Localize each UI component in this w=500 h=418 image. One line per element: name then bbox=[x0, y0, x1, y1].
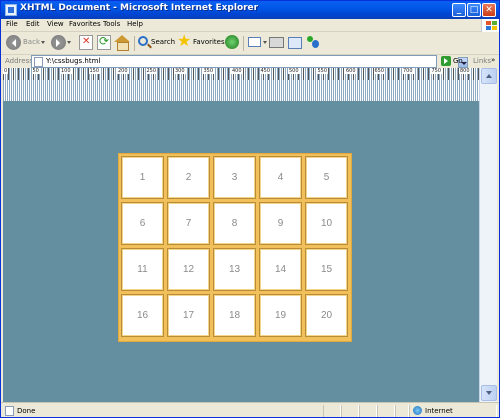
grid-cell: 3 bbox=[213, 156, 256, 199]
address-bar: Address Y:\cssbugs.html Go Links » bbox=[1, 54, 499, 68]
ruler-label: 750 bbox=[430, 68, 443, 74]
status-pane bbox=[377, 405, 395, 417]
menu-tools[interactable]: Tools bbox=[103, 20, 120, 28]
forward-dropdown-icon[interactable] bbox=[67, 41, 71, 46]
status-pane bbox=[323, 405, 341, 417]
grid-cell: 9 bbox=[259, 202, 302, 245]
title-bar[interactable]: XHTML Document - Microsoft Internet Expl… bbox=[1, 1, 499, 19]
mail-icon[interactable] bbox=[248, 37, 261, 47]
browser-window: XHTML Document - Microsoft Internet Expl… bbox=[0, 0, 500, 418]
close-button[interactable]: ✕ bbox=[482, 3, 496, 17]
status-pane bbox=[359, 405, 377, 417]
grid-cell: 6 bbox=[121, 202, 164, 245]
status-pane bbox=[341, 405, 359, 417]
security-zone-label: Internet bbox=[425, 407, 453, 415]
ruler-label: 50 bbox=[31, 68, 40, 74]
grid-cell: 12 bbox=[167, 248, 210, 291]
grid-cell: 15 bbox=[305, 248, 348, 291]
ruler-label: 250 bbox=[145, 68, 158, 74]
ruler-label: 550 bbox=[316, 68, 329, 74]
menu-file[interactable]: File bbox=[6, 20, 18, 28]
ruler-label: 350 bbox=[202, 68, 215, 74]
search-icon[interactable] bbox=[138, 36, 148, 46]
status-pane bbox=[395, 405, 409, 417]
grid-cell: 4 bbox=[259, 156, 302, 199]
menu-favorites[interactable]: Favorites bbox=[69, 20, 101, 28]
back-dropdown-icon[interactable] bbox=[41, 41, 45, 46]
ruler-label: 100 bbox=[60, 68, 72, 74]
links-chevron-icon[interactable]: » bbox=[491, 56, 495, 64]
ruler-label: 800 bbox=[459, 68, 471, 74]
number-grid: 1 2 3 4 5 6 7 8 9 10 11 12 13 14 15 16 17 18 19 20 bbox=[118, 153, 352, 342]
menu-edit[interactable]: Edit bbox=[26, 20, 40, 28]
security-zone-pane bbox=[409, 405, 497, 417]
search-button-label[interactable]: Search bbox=[151, 38, 175, 54]
edit-icon[interactable] bbox=[288, 37, 302, 49]
ruler-label: 400 bbox=[231, 68, 243, 74]
refresh-icon[interactable] bbox=[97, 34, 111, 50]
grid-cell: 19 bbox=[259, 294, 302, 337]
forward-arrow-icon[interactable] bbox=[51, 35, 66, 50]
address-label: Address bbox=[5, 57, 33, 65]
windows-logo-icon bbox=[481, 19, 499, 32]
grid-cell: 5 bbox=[305, 156, 348, 199]
ruler-label: 500 bbox=[288, 68, 300, 74]
grid-cell: 8 bbox=[213, 202, 256, 245]
mail-dropdown-icon[interactable] bbox=[263, 41, 267, 46]
links-label[interactable]: Links bbox=[473, 57, 491, 65]
ruler-label: 600 bbox=[345, 68, 357, 74]
stop-icon[interactable] bbox=[79, 35, 93, 50]
grid-cell: 16 bbox=[121, 294, 164, 337]
pixel-ruler: 0 50 100 150 200 250 300 350 400 450 500 550 600 650 7… bbox=[3, 68, 479, 101]
grid-cell: 11 bbox=[121, 248, 164, 291]
standard-toolbar: Back Search ★ Favorites bbox=[1, 33, 499, 53]
grid-cell: 18 bbox=[213, 294, 256, 337]
grid-cell: 10 bbox=[305, 202, 348, 245]
scroll-down-button[interactable] bbox=[481, 385, 497, 401]
grid-cell: 13 bbox=[213, 248, 256, 291]
ruler-label: 150 bbox=[88, 68, 101, 74]
back-arrow-icon[interactable] bbox=[6, 35, 21, 50]
scroll-up-button[interactable] bbox=[481, 68, 497, 84]
status-bar: Done Internet bbox=[1, 402, 499, 417]
favorites-star-icon[interactable]: ★ bbox=[177, 33, 191, 49]
ruler-label: 450 bbox=[259, 68, 272, 74]
grid-cell: 14 bbox=[259, 248, 302, 291]
grid-cell: 1 bbox=[121, 156, 164, 199]
grid-cell: 20 bbox=[305, 294, 348, 337]
address-value[interactable]: Y:\cssbugs.html bbox=[46, 57, 100, 65]
page-icon bbox=[34, 57, 43, 67]
page-content: 0 50 100 150 200 250 300 350 400 450 500 550 600 650 7… bbox=[3, 68, 497, 402]
grid-cell: 7 bbox=[167, 202, 210, 245]
minimize-button[interactable]: _ bbox=[452, 3, 466, 17]
menu-help[interactable]: Help bbox=[127, 20, 143, 28]
go-button-label[interactable]: Go bbox=[453, 57, 463, 65]
ruler-label: 0 bbox=[3, 68, 9, 74]
window-title: XHTML Document - Microsoft Internet Expl… bbox=[20, 3, 259, 13]
ie-page-icon bbox=[5, 4, 17, 16]
menu-view[interactable]: View bbox=[47, 20, 64, 28]
media-icon[interactable] bbox=[225, 35, 239, 49]
ruler-label: 200 bbox=[117, 68, 129, 74]
home-icon[interactable] bbox=[114, 35, 130, 51]
vertical-scrollbar[interactable] bbox=[479, 68, 497, 402]
ruler-label: 300 bbox=[174, 68, 186, 74]
address-input[interactable]: Y:\cssbugs.html bbox=[31, 55, 468, 68]
ruler-label: 650 bbox=[373, 68, 386, 74]
menu-bar: File Edit View Favorites Tools Help bbox=[1, 19, 499, 32]
page-icon bbox=[5, 406, 14, 416]
toolbar-separator bbox=[134, 36, 135, 51]
internet-globe-icon bbox=[413, 406, 422, 415]
messenger-icon[interactable] bbox=[306, 35, 320, 50]
favorites-button-label[interactable]: Favorites bbox=[193, 38, 225, 54]
toolbar-separator bbox=[243, 36, 244, 51]
go-arrow-icon[interactable] bbox=[441, 56, 451, 66]
maximize-button[interactable]: □ bbox=[467, 3, 481, 17]
ruler-label: 700 bbox=[402, 68, 414, 74]
back-button-label[interactable]: Back bbox=[23, 38, 40, 54]
status-text: Done bbox=[17, 407, 36, 415]
grid-cell: 2 bbox=[167, 156, 210, 199]
print-icon[interactable] bbox=[269, 37, 284, 48]
grid-cell: 17 bbox=[167, 294, 210, 337]
